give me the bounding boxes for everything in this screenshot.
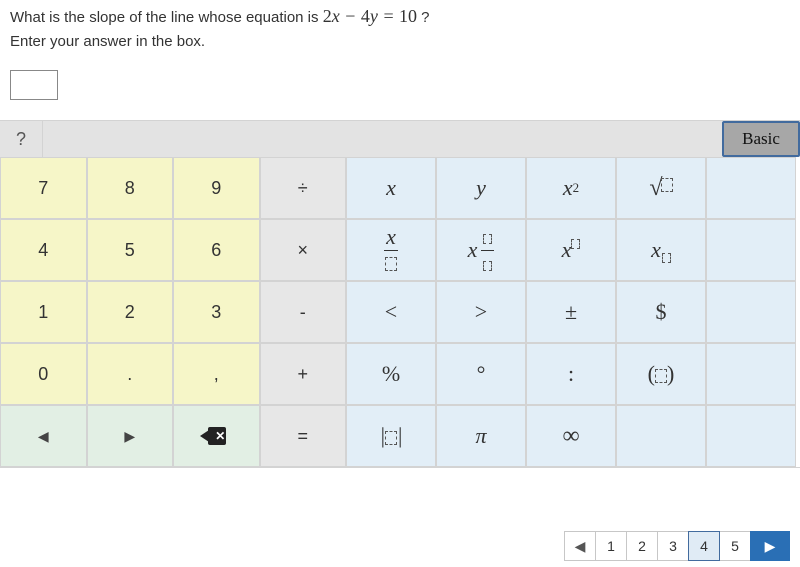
- key-3[interactable]: 3: [173, 281, 260, 343]
- key-x-squared[interactable]: x2: [526, 157, 616, 219]
- key-x-subscript[interactable]: x: [616, 219, 706, 281]
- key-parentheses[interactable]: (): [616, 343, 706, 405]
- question-prefix: What is the slope of the line whose equa…: [10, 9, 323, 26]
- placeholder-icon: [385, 431, 397, 445]
- key-cursor-right[interactable]: ▶: [87, 405, 174, 467]
- question-suffix: ?: [421, 9, 429, 26]
- placeholder-icon: [483, 261, 492, 271]
- key-2[interactable]: 2: [87, 281, 174, 343]
- keypad-grid: 7 8 9 ÷ x y x2 √ 4 5 6 × x x x x 1 2 3 -…: [0, 157, 800, 467]
- key-minus[interactable]: -: [260, 281, 347, 343]
- question-equation: 2x − 4y = 10: [323, 6, 417, 26]
- key-1[interactable]: 1: [0, 281, 87, 343]
- key-cursor-left[interactable]: ◀: [0, 405, 87, 467]
- page-navigator: ◀ 1 2 3 4 5 ▶: [565, 531, 790, 561]
- key-less-than[interactable]: <: [346, 281, 436, 343]
- placeholder-icon: [661, 178, 673, 192]
- key-4[interactable]: 4: [0, 219, 87, 281]
- key-absolute[interactable]: ||: [346, 405, 436, 467]
- page-4-button[interactable]: 4: [688, 531, 720, 561]
- page-5-button[interactable]: 5: [719, 531, 751, 561]
- key-blank-r4: [706, 343, 796, 405]
- answer-input[interactable]: [10, 70, 58, 100]
- key-mixed-fraction[interactable]: x: [436, 219, 526, 281]
- page-3-button[interactable]: 3: [657, 531, 689, 561]
- key-7[interactable]: 7: [0, 157, 87, 219]
- key-5[interactable]: 5: [87, 219, 174, 281]
- header-spacer: [43, 121, 722, 157]
- key-degree[interactable]: °: [436, 343, 526, 405]
- placeholder-icon: [385, 257, 397, 271]
- key-blank-r3: [706, 281, 796, 343]
- key-comma[interactable]: ,: [173, 343, 260, 405]
- key-blank-r2: [706, 219, 796, 281]
- key-infinity[interactable]: ∞: [526, 405, 616, 467]
- placeholder-icon: [662, 253, 671, 263]
- mode-basic-button[interactable]: Basic: [722, 121, 800, 157]
- placeholder-icon: [483, 234, 492, 244]
- key-x[interactable]: x: [346, 157, 436, 219]
- key-0[interactable]: 0: [0, 343, 87, 405]
- key-dollar[interactable]: $: [616, 281, 706, 343]
- key-8[interactable]: 8: [87, 157, 174, 219]
- key-colon[interactable]: :: [526, 343, 616, 405]
- key-backspace[interactable]: ✕: [173, 405, 260, 467]
- key-sqrt[interactable]: √: [616, 157, 706, 219]
- question-text: What is the slope of the line whose equa…: [0, 0, 800, 27]
- placeholder-icon: [571, 239, 580, 249]
- key-dot[interactable]: .: [87, 343, 174, 405]
- key-fraction[interactable]: x: [346, 219, 436, 281]
- page-2-button[interactable]: 2: [626, 531, 658, 561]
- page-1-button[interactable]: 1: [595, 531, 627, 561]
- keypad-header: ? Basic: [0, 121, 800, 157]
- key-pi[interactable]: π: [436, 405, 526, 467]
- key-greater-than[interactable]: >: [436, 281, 526, 343]
- page-next-button[interactable]: ▶: [750, 531, 790, 561]
- key-6[interactable]: 6: [173, 219, 260, 281]
- page-prev-button[interactable]: ◀: [564, 531, 596, 561]
- keypad: ? Basic 7 8 9 ÷ x y x2 √ 4 5 6 × x x x x…: [0, 120, 800, 468]
- key-equals[interactable]: =: [260, 405, 347, 467]
- instruction-text: Enter your answer in the box.: [0, 27, 800, 68]
- key-percent[interactable]: %: [346, 343, 436, 405]
- key-y[interactable]: y: [436, 157, 526, 219]
- key-x-power[interactable]: x: [526, 219, 616, 281]
- key-plus[interactable]: +: [260, 343, 347, 405]
- key-9[interactable]: 9: [173, 157, 260, 219]
- key-plus-minus[interactable]: ±: [526, 281, 616, 343]
- help-button[interactable]: ?: [0, 121, 43, 157]
- key-multiply[interactable]: ×: [260, 219, 347, 281]
- backspace-icon: ✕: [202, 427, 230, 445]
- key-blank-r1: [706, 157, 796, 219]
- key-divide[interactable]: ÷: [260, 157, 347, 219]
- key-blank-r5b: [706, 405, 796, 467]
- key-blank-r5a: [616, 405, 706, 467]
- placeholder-icon: [655, 369, 667, 383]
